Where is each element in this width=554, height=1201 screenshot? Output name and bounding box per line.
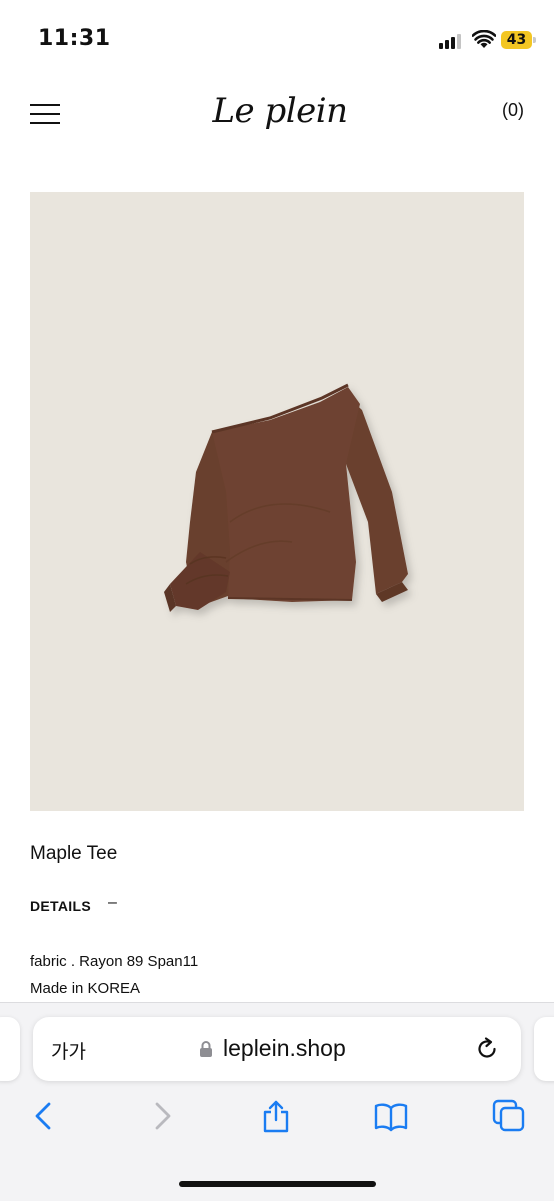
status-bar: 11:31 43 [0,0,554,80]
status-time: 11:31 [38,26,111,51]
text-size-button[interactable]: 가가 [51,1037,86,1064]
product-fabric: fabric . Rayon 89 Span11 [30,953,199,970]
details-toggle[interactable]: DETAILS – [30,894,117,920]
details-label: DETAILS [30,898,91,914]
collapse-icon[interactable]: – [108,894,117,912]
share-icon[interactable] [259,1099,293,1133]
browser-toolbar: 가가 leplein.shop [0,1002,554,1201]
brand-logo[interactable]: Le plein [200,86,360,136]
forward-icon[interactable] [145,1099,179,1133]
tabs-icon[interactable] [492,1099,526,1133]
address-bar[interactable]: 가가 leplein.shop [33,1017,521,1081]
product-image[interactable] [30,192,524,811]
reload-icon[interactable] [473,1035,501,1063]
product-title: Maple Tee [30,843,118,864]
site-header: Le plein (0) [0,80,554,150]
previous-tab-preview[interactable] [0,1017,20,1081]
url-text[interactable]: leplein.shop [223,1035,346,1062]
battery-level: 43 [506,32,527,48]
cart-button[interactable]: (0) [502,100,524,121]
lock-icon [200,1041,212,1057]
hamburger-menu-icon[interactable] [30,102,60,124]
next-tab-preview[interactable] [534,1017,554,1081]
battery-icon: 43 [501,31,537,49]
bookmarks-icon[interactable] [374,1099,408,1133]
cellular-signal-icon [439,33,465,49]
back-icon[interactable] [27,1099,61,1133]
wifi-icon [472,30,496,48]
product-origin: Made in KOREA [30,980,141,997]
garment-illustration [164,383,408,612]
home-indicator[interactable] [179,1181,376,1187]
